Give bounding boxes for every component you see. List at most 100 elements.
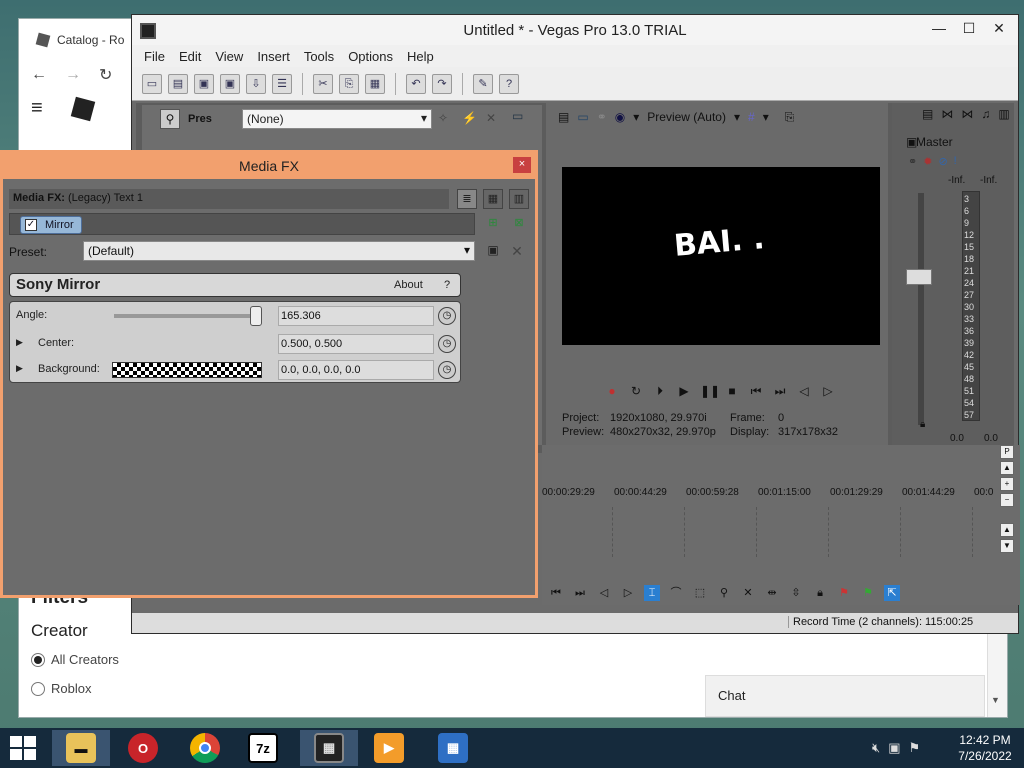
angle-slider[interactable]	[114, 314, 258, 318]
back-icon[interactable]: ←	[31, 66, 47, 84]
trim-icon[interactable]: ⇹	[764, 585, 780, 601]
background-color-swatch[interactable]	[112, 362, 262, 378]
start-button[interactable]	[10, 736, 38, 762]
browser-tab[interactable]: Catalog - Ro	[27, 23, 137, 57]
fader-lock-icon[interactable]: 🔒︎	[920, 419, 925, 430]
creator-option-roblox[interactable]: Roblox	[31, 681, 91, 696]
cut-icon[interactable]: ✂	[313, 73, 333, 94]
fx-plug-icon[interactable]: ⚡	[462, 111, 477, 125]
chat-panel[interactable]: Chat	[705, 675, 985, 717]
brush-icon[interactable]: ✎	[473, 73, 493, 94]
master-fader-knob[interactable]	[906, 269, 932, 285]
zoom-tool-icon[interactable]: ⚲	[716, 585, 732, 601]
selection-tool-icon[interactable]: ⬚	[692, 585, 708, 601]
undo-icon[interactable]: ↶	[406, 73, 426, 94]
angle-value-field[interactable]: 165.306	[278, 306, 434, 326]
menu-options[interactable]: Options	[348, 49, 393, 64]
radio-selected-icon[interactable]	[31, 652, 45, 667]
master-fx-chain-icon[interactable]: ✹	[923, 155, 932, 168]
taskbar-app[interactable]: ▦	[424, 730, 482, 766]
menu-view[interactable]: View	[215, 49, 243, 64]
action-center-icon[interactable]: ⚑	[909, 740, 921, 756]
go-to-start-icon[interactable]: ⏮	[748, 383, 764, 399]
preview-quality-label[interactable]: Preview (Auto)	[647, 110, 726, 124]
preview-quality-arrow-icon[interactable]: ▾	[633, 110, 639, 124]
menu-edit[interactable]: Edit	[179, 49, 201, 64]
view-list-icon[interactable]: ≣	[457, 189, 477, 209]
add-plugin-icon[interactable]: ⊞	[485, 215, 501, 231]
maximize-button[interactable]: ☐	[954, 17, 984, 39]
monitor-icon[interactable]: ▭	[512, 109, 523, 123]
taskbar-7zip[interactable]: 7z	[234, 730, 292, 766]
scroll-up-small-icon[interactable]: ▲	[1000, 523, 1014, 537]
angle-slider-thumb[interactable]	[250, 306, 262, 326]
about-button[interactable]: About	[394, 279, 423, 291]
menu-insert[interactable]: Insert	[257, 49, 290, 64]
region-icon[interactable]: ⚑	[860, 585, 876, 601]
whats-this-icon[interactable]: ?	[499, 73, 519, 94]
fx-bypass-icon[interactable]: ⚭	[597, 110, 607, 124]
volume-muted-icon[interactable]: 🔇︎	[872, 740, 880, 756]
menu-file[interactable]: File	[144, 49, 165, 64]
lock-icon[interactable]: 🔒︎	[812, 585, 828, 601]
record-icon[interactable]: ●	[604, 383, 620, 399]
help-button[interactable]: ?	[444, 279, 450, 291]
fx-remove-icon[interactable]: ✕	[486, 111, 496, 125]
render-icon[interactable]: ⇩	[246, 73, 266, 94]
go-to-end-icon[interactable]: ⏭	[772, 383, 788, 399]
expand-arrow-icon[interactable]: ▶	[16, 363, 23, 374]
taskbar-media-player[interactable]: ▶	[360, 730, 418, 766]
expand-arrow-icon[interactable]: ▶	[16, 337, 23, 348]
animate-clock-icon[interactable]: ◷	[438, 307, 456, 325]
close-button[interactable]: ✕	[984, 17, 1014, 39]
loop-icon[interactable]: ↻	[628, 383, 644, 399]
minimize-button[interactable]: —	[924, 17, 954, 39]
master-solo-icon[interactable]: !	[954, 155, 957, 168]
stop-icon[interactable]: ■	[724, 383, 740, 399]
copy-snapshot-icon[interactable]: ⎘	[785, 110, 795, 125]
master-link-icon[interactable]: ⚭	[908, 155, 917, 168]
taskbar-opera[interactable]: O	[114, 730, 172, 766]
preview-properties-icon[interactable]: ▤	[558, 110, 569, 124]
zoom-out-icon[interactable]: −	[1000, 493, 1014, 507]
master-fx-icon[interactable]: ♫	[981, 107, 990, 121]
marker-icon[interactable]: ⚑	[836, 585, 852, 601]
creator-option-all[interactable]: All Creators	[31, 652, 119, 667]
hamburger-menu-icon[interactable]: ≡	[31, 97, 43, 120]
split-screen-icon[interactable]: ◉	[615, 110, 625, 124]
split-icon[interactable]: ⇳	[788, 585, 804, 601]
dim-icon[interactable]: ⋈	[961, 107, 973, 121]
radio-icon[interactable]	[31, 681, 45, 696]
tb-go-start-icon[interactable]: ⏮	[548, 585, 564, 601]
fx-chain-item-mirror[interactable]: ✓ Mirror	[20, 216, 82, 234]
taskbar-clock[interactable]: 12:42 PM 7/26/2022	[950, 732, 1020, 764]
prev-frame-icon[interactable]: ◁	[796, 383, 812, 399]
reload-icon[interactable]: ↻	[99, 65, 112, 85]
zoom-in-icon[interactable]: +	[1000, 477, 1014, 491]
magnifier-icon[interactable]: ⚲	[160, 109, 180, 129]
taskbar-file-explorer[interactable]: ▬	[52, 730, 110, 766]
network-icon[interactable]: ▣	[888, 740, 900, 756]
taskbar-chrome[interactable]	[176, 730, 234, 766]
play-icon[interactable]: ▶	[676, 383, 692, 399]
remove-plugin-icon[interactable]: ⊠	[511, 215, 527, 231]
fx-preset-dropdown[interactable]: (None)	[242, 109, 432, 129]
taskbar-vegas[interactable]: ▦	[300, 730, 358, 766]
normal-edit-tool-icon[interactable]: ⌶	[644, 585, 660, 601]
center-value-field[interactable]: 0.500, 0.500	[278, 334, 434, 354]
forward-icon[interactable]: →	[65, 66, 81, 84]
overlays-icon[interactable]: #	[748, 110, 755, 124]
downmix-icon[interactable]: ⋈	[941, 107, 953, 121]
auto-ripple-icon[interactable]: ⇱	[884, 585, 900, 601]
menu-tools[interactable]: Tools	[304, 49, 334, 64]
background-value-field[interactable]: 0.0, 0.0, 0.0, 0.0	[278, 360, 434, 380]
new-icon[interactable]: ▭	[142, 73, 162, 94]
delete-preset-icon[interactable]: ✕	[509, 243, 525, 259]
timeline-ruler[interactable]: 00:00:29:29 00:00:44:29 00:00:59:28 00:01:1…	[542, 485, 997, 505]
delete-icon[interactable]: ✕	[740, 585, 756, 601]
pause-icon[interactable]: ❚❚	[700, 383, 720, 399]
roblox-logo[interactable]	[70, 96, 96, 122]
animate-clock-icon[interactable]: ◷	[438, 361, 456, 379]
view-details-icon[interactable]: ▥	[509, 189, 529, 209]
save-as-icon[interactable]: ▣	[220, 73, 240, 94]
